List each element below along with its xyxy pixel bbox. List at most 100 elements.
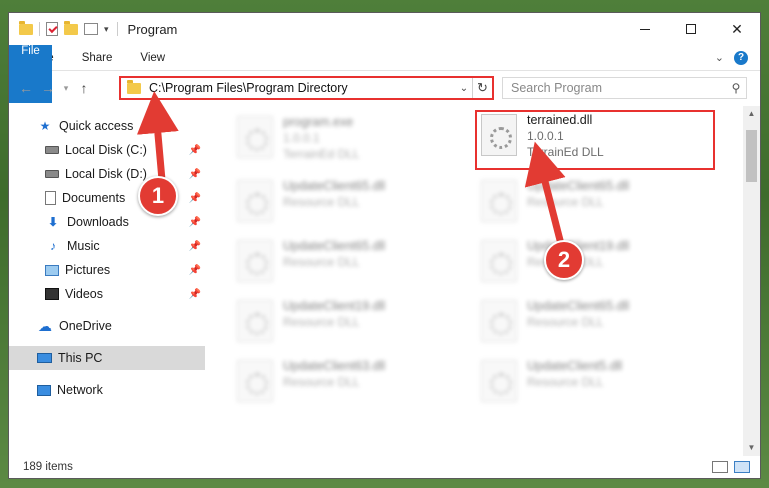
file-item[interactable]: UpdateClient5.dll Resource DLL bbox=[477, 356, 713, 414]
expand-ribbon-icon[interactable]: ⌄ bbox=[715, 51, 724, 64]
sidebar-item-label: Downloads bbox=[67, 215, 129, 229]
file-item[interactable]: UpdateClient65.dll Resource DLL bbox=[477, 296, 713, 354]
file-item[interactable]: UpdateClient19.dll Resource DLL bbox=[233, 296, 469, 354]
file-description: Resource DLL bbox=[283, 375, 360, 389]
address-bar[interactable]: C:\Program Files\Program Directory ⌄ ↻ bbox=[119, 76, 494, 100]
file-name: UpdateClient65.dll bbox=[527, 299, 630, 313]
file-item[interactable]: UpdateClient19.dll Resource DLL bbox=[477, 236, 713, 294]
refresh-button[interactable]: ↻ bbox=[472, 78, 492, 98]
file-text: UpdateClient5.dll Resource DLL bbox=[527, 356, 622, 390]
network-icon bbox=[37, 384, 51, 396]
sidebar-item-videos[interactable]: Videos 📌 bbox=[9, 282, 205, 306]
sidebar-item-this-pc[interactable]: This PC bbox=[9, 346, 205, 370]
music-icon: ♪ bbox=[50, 239, 56, 253]
new-folder-icon[interactable] bbox=[64, 20, 78, 35]
sidebar-item-local-disk-c[interactable]: Local Disk (C:) 📌 bbox=[9, 138, 205, 162]
pin-icon[interactable]: 📌 bbox=[189, 265, 201, 276]
file-text: UpdateClient65.dll Resource DLL bbox=[527, 296, 629, 330]
details-view-icon[interactable] bbox=[712, 461, 728, 473]
pin-icon[interactable]: 📌 bbox=[189, 241, 201, 252]
up-button[interactable]: ↑ bbox=[73, 80, 95, 96]
sidebar-item-local-disk-d[interactable]: Local Disk (D:) 📌 bbox=[9, 162, 205, 186]
pictures-icon bbox=[45, 264, 59, 276]
close-button[interactable]: ✕ bbox=[714, 13, 760, 45]
sidebar-item-network[interactable]: Network bbox=[9, 378, 205, 402]
status-bar: 189 items bbox=[9, 456, 760, 478]
scroll-thumb[interactable] bbox=[746, 130, 757, 182]
search-input[interactable]: Search Program bbox=[511, 81, 726, 95]
file-name: UpdateClient63.dll bbox=[283, 359, 386, 373]
forward-button[interactable]: → bbox=[37, 80, 59, 96]
file-text: UpdateClient63.dll Resource DLL bbox=[283, 356, 385, 390]
sidebar-item-quick-access[interactable]: ★ Quick access bbox=[9, 114, 205, 138]
tab-share[interactable]: Share bbox=[68, 45, 127, 70]
minimize-icon bbox=[640, 28, 650, 30]
file-name: UpdateClient65.dll bbox=[283, 179, 386, 193]
dll-file-icon bbox=[481, 180, 517, 222]
file-text: UpdateClient65.dll Resource DLL bbox=[283, 236, 385, 270]
sidebar-item-label: Videos bbox=[65, 287, 103, 301]
pin-icon[interactable]: 📌 bbox=[189, 169, 201, 180]
pin-icon[interactable]: 📌 bbox=[189, 145, 201, 156]
pin-icon[interactable]: 📌 bbox=[189, 217, 201, 228]
file-item[interactable]: UpdateClient65.dll Resource DLL bbox=[233, 236, 469, 294]
dll-file-icon bbox=[237, 240, 273, 282]
sidebar-item-label: Local Disk (D:) bbox=[65, 167, 147, 181]
file-text: UpdateClient65.dll Resource DLL bbox=[283, 176, 385, 210]
dll-file-icon bbox=[481, 360, 517, 402]
file-item[interactable]: UpdateClient65.dll Resource DLL bbox=[477, 176, 713, 234]
recent-locations-button[interactable]: ▾ bbox=[59, 83, 73, 94]
pin-icon[interactable]: 📌 bbox=[189, 193, 201, 204]
customize-toolbar-icon[interactable] bbox=[84, 23, 98, 35]
minimize-button[interactable] bbox=[622, 13, 668, 45]
file-name: UpdateClient65.dll bbox=[283, 239, 386, 253]
sidebar-item-label: Local Disk (C:) bbox=[65, 143, 147, 157]
document-icon bbox=[45, 191, 56, 205]
file-item[interactable]: UpdateClient63.dll Resource DLL bbox=[233, 356, 469, 414]
ribbon-tabs: File Home Share View ⌄ ? bbox=[9, 45, 760, 103]
toolbar-divider bbox=[39, 22, 40, 36]
sidebar-item-label: Pictures bbox=[65, 263, 111, 277]
pin-icon[interactable]: 📌 bbox=[189, 289, 201, 300]
title-divider bbox=[116, 22, 118, 36]
file-text: UpdateClient65.dll Resource DLL bbox=[527, 176, 629, 210]
sidebar-item-label: Network bbox=[57, 383, 103, 397]
sidebar-item-music[interactable]: ♪ Music 📌 bbox=[9, 234, 205, 258]
window-title: Program bbox=[127, 21, 178, 37]
sidebar-item-downloads[interactable]: ⬇ Downloads 📌 bbox=[9, 210, 205, 234]
vertical-scrollbar[interactable]: ▲ ▼ bbox=[743, 106, 760, 456]
download-icon: ⬇ bbox=[47, 215, 59, 229]
disk-icon bbox=[45, 146, 59, 154]
file-item[interactable]: program.exe 1.0.0.1 TerrainEd DLL bbox=[233, 112, 469, 170]
tab-view[interactable]: View bbox=[126, 45, 179, 70]
back-button[interactable]: ← bbox=[15, 80, 37, 96]
sidebar-item-pictures[interactable]: Pictures 📌 bbox=[9, 258, 205, 282]
star-icon: ★ bbox=[39, 119, 51, 133]
chevron-down-icon[interactable]: ▾ bbox=[104, 24, 109, 35]
sidebar-item-label: Documents bbox=[62, 191, 126, 205]
address-path[interactable]: C:\Program Files\Program Directory bbox=[149, 81, 456, 95]
properties-check-icon[interactable] bbox=[46, 22, 58, 36]
file-name: program.exe bbox=[283, 115, 354, 129]
sidebar-item-onedrive[interactable]: ☁ OneDrive bbox=[9, 314, 205, 338]
help-icon[interactable]: ? bbox=[734, 50, 748, 65]
window-controls: ✕ bbox=[622, 13, 760, 45]
file-item[interactable]: UpdateClient65.dll Resource DLL bbox=[233, 176, 469, 234]
explorer-window: ▾ Program ✕ File Home Share View ⌄ ? ← →… bbox=[8, 12, 761, 479]
search-box[interactable]: Search Program ⚲ bbox=[502, 77, 747, 99]
large-icons-view-icon[interactable] bbox=[734, 461, 750, 473]
dll-file-icon bbox=[481, 240, 517, 282]
step-2-badge: 2 bbox=[544, 240, 584, 280]
file-description: Resource DLL bbox=[283, 195, 360, 209]
address-dropdown-button[interactable]: ⌄ bbox=[456, 83, 472, 94]
file-text: program.exe 1.0.0.1 TerrainEd DLL bbox=[283, 112, 360, 162]
maximize-button[interactable] bbox=[668, 13, 714, 45]
scroll-down-icon[interactable]: ▼ bbox=[743, 440, 760, 456]
videos-icon bbox=[45, 288, 59, 300]
scroll-up-icon[interactable]: ▲ bbox=[743, 106, 760, 122]
disk-icon bbox=[45, 170, 59, 178]
search-icon[interactable]: ⚲ bbox=[726, 81, 746, 95]
